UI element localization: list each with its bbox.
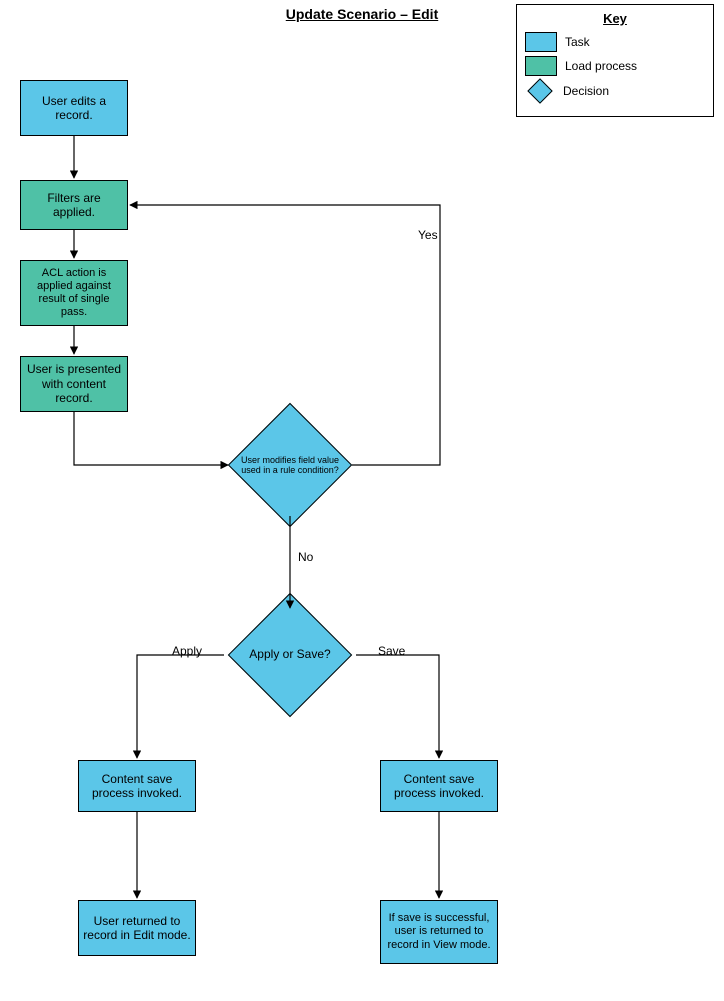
node-user-returned-edit: User returned to record in Edit mode. [78, 900, 196, 956]
edge-label-no: No [298, 550, 313, 564]
key-row-decision: Decision [525, 80, 705, 102]
task-swatch-icon [525, 32, 557, 52]
edge-label-yes: Yes [418, 228, 438, 242]
node-filters-applied: Filters are applied. [20, 180, 128, 230]
node-acl-action: ACL action is applied against result of … [20, 260, 128, 326]
edge-label-apply: Apply [172, 644, 202, 658]
key-title: Key [525, 11, 705, 26]
decision-modifies-field: User modifies field value used in a rule… [215, 410, 365, 520]
key-row-task: Task [525, 32, 705, 52]
node-user-returned-view: If save is successful, user is returned … [380, 900, 498, 964]
key-legend: Key Task Load process Decision [516, 4, 714, 117]
key-label: Decision [563, 84, 609, 98]
key-label: Task [565, 35, 590, 49]
decision-swatch-icon [527, 78, 552, 103]
node-content-save-save: Content save process invoked. [380, 760, 498, 812]
decision-label: Apply or Save? [210, 600, 370, 710]
decision-label: User modifies field value used in a rule… [215, 410, 365, 520]
key-row-process: Load process [525, 56, 705, 76]
node-user-edits: User edits a record. [20, 80, 128, 136]
process-swatch-icon [525, 56, 557, 76]
node-content-save-apply: Content save process invoked. [78, 760, 196, 812]
key-label: Load process [565, 59, 637, 73]
decision-apply-or-save: Apply or Save? [210, 600, 370, 710]
edge-label-save: Save [378, 644, 405, 658]
node-user-presented: User is presented with content record. [20, 356, 128, 412]
